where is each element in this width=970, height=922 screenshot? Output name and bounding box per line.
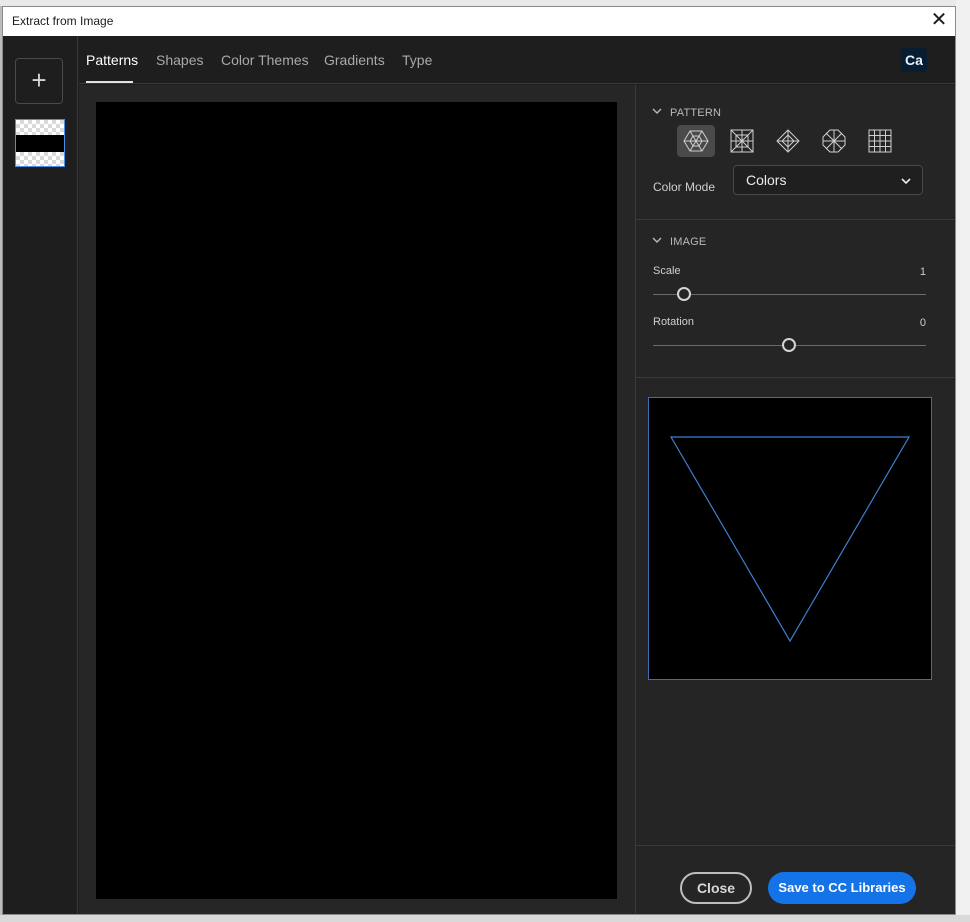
image-thumbnail[interactable] [15,119,65,167]
pattern-heading: PATTERN [670,107,722,119]
triangle-shape [669,436,911,643]
scale-value: 1 [919,266,926,278]
rotation-value: 0 [919,317,926,329]
save-to-libraries-button[interactable]: Save to CC Libraries [768,872,916,904]
active-tab-indicator [86,81,133,83]
thumbnail-content [16,135,64,152]
capture-app-badge: Ca [901,48,927,72]
pattern-canvas [96,102,617,899]
tab-bar: Patterns Shapes Color Themes Gradients T… [79,36,955,84]
section-divider [636,219,955,220]
square-pattern-icon[interactable] [723,125,761,157]
title-bar: Extract from Image ✕ [3,7,955,36]
scale-slider-handle[interactable] [677,287,691,301]
pattern-preview [648,397,932,680]
rotation-slider-handle[interactable] [782,338,796,352]
color-mode-label: Color Mode [653,180,716,194]
scale-label: Scale [653,265,681,277]
add-image-button[interactable]: + [15,58,63,104]
chevron-down-icon [900,174,912,190]
image-section-header[interactable]: IMAGE [652,235,706,248]
chevron-down-icon [652,235,662,248]
background-edge [956,0,970,922]
tab-gradients[interactable]: Gradients [324,52,385,68]
octagon-pattern-icon[interactable] [815,125,853,157]
background-bottom [0,915,970,922]
canvas-area [79,85,635,914]
image-heading: IMAGE [670,236,707,248]
section-divider [636,377,955,378]
chevron-down-icon [652,106,662,119]
grid-pattern-icon[interactable] [861,125,899,157]
diamond-pattern-icon[interactable] [769,125,807,157]
extract-dialog: Extract from Image ✕ + Patterns Shapes C… [2,6,956,915]
close-button[interactable]: Close [680,872,752,904]
properties-panel: PATTERN Color Mode Colors IMAGE Scale 1 … [635,85,955,914]
footer-divider [636,845,955,846]
tab-color-themes[interactable]: Color Themes [221,52,309,68]
hexagon-pattern-icon[interactable] [677,125,715,157]
close-icon[interactable]: ✕ [927,9,951,33]
pattern-section-header[interactable]: PATTERN [652,106,721,119]
tab-type[interactable]: Type [402,52,432,68]
tab-patterns[interactable]: Patterns [86,52,138,68]
rotation-label: Rotation [653,316,694,328]
color-mode-value: Colors [746,172,787,188]
tab-shapes[interactable]: Shapes [156,52,203,68]
window-title: Extract from Image [12,14,114,28]
left-rail: + [3,36,78,914]
color-mode-dropdown[interactable]: Colors [733,165,923,195]
scale-slider-track[interactable] [653,294,926,295]
